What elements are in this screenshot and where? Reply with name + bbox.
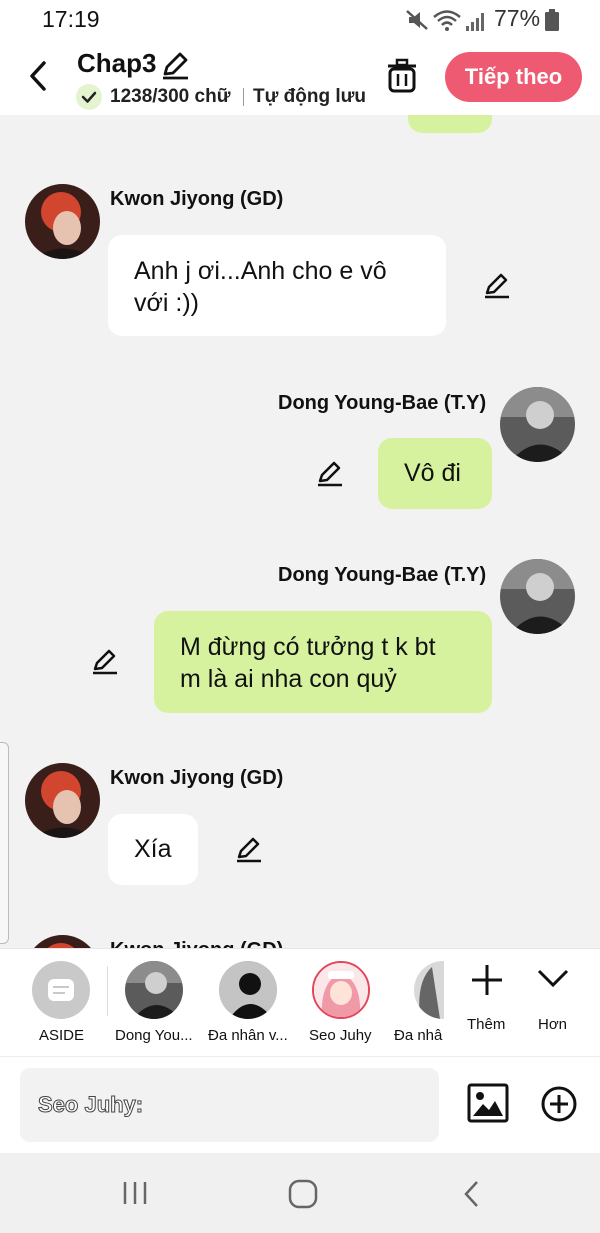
edit-title-icon[interactable]: [160, 50, 190, 80]
message-bubble[interactable]: Vô đi: [378, 438, 492, 509]
message-bubble-partial[interactable]: [408, 115, 492, 133]
trash-icon[interactable]: [386, 58, 418, 94]
avatar-kwon-jiyong: [25, 935, 100, 948]
avatar-kwon-jiyong: [25, 763, 100, 838]
aside-character[interactable]: [32, 961, 90, 1019]
character-label: Seo Juhy: [309, 1027, 372, 1044]
scroll-handle[interactable]: [0, 742, 9, 944]
divider: [243, 88, 244, 106]
battery-icon: [545, 9, 559, 31]
more-label[interactable]: Thêm: [467, 1016, 505, 1033]
message-text-line: với :)): [134, 289, 199, 317]
message-text-line: Vô đi: [404, 459, 461, 487]
next-button[interactable]: Tiếp theo: [445, 52, 582, 102]
character-partial[interactable]: Đa nhâ: [394, 960, 444, 1050]
message-text-line: M đừng có tưởng t k bt: [180, 633, 436, 661]
edit-message-icon[interactable]: [235, 835, 263, 863]
message-bubble[interactable]: Xía: [108, 814, 198, 885]
less-label[interactable]: Hơn: [538, 1016, 567, 1033]
chapter-title: Chap3: [77, 48, 157, 78]
chat-area[interactable]: Kwon Jiyong (GD) Anh j ơi...Anh cho e vô…: [0, 115, 600, 948]
chevron-down-icon[interactable]: [536, 966, 570, 990]
recent-apps-icon[interactable]: [120, 1180, 150, 1206]
plus-icon[interactable]: [470, 963, 504, 997]
system-back-icon[interactable]: [460, 1179, 482, 1209]
character-label: ASIDE: [39, 1027, 85, 1044]
edit-message-icon[interactable]: [316, 459, 344, 487]
character-dong-young-bae[interactable]: [125, 961, 183, 1019]
character-label: Đa nhâ: [394, 1027, 443, 1044]
avatar-kwon-jiyong: [25, 184, 100, 259]
home-icon[interactable]: [288, 1179, 318, 1209]
avatar-dong-young-bae: [500, 559, 575, 634]
saved-check-icon: [76, 84, 102, 110]
battery-percent: 77%: [494, 5, 541, 31]
back-icon[interactable]: [26, 60, 52, 92]
signal-icon: [466, 13, 484, 31]
message-bubble[interactable]: M đừng có tưởng t k bt m là ai nha con q…: [154, 611, 492, 713]
message-bubble[interactable]: Anh j ơi...Anh cho e vô với :)): [108, 235, 446, 336]
edit-message-icon[interactable]: [91, 647, 119, 675]
character-label: Đa nhân v...: [208, 1027, 288, 1044]
image-icon[interactable]: [467, 1083, 509, 1123]
sender-name: Kwon Jiyong (GD): [110, 939, 283, 948]
word-count: 1238/300 chữ: [110, 86, 231, 107]
message-input[interactable]: [20, 1068, 439, 1142]
sender-name: Kwon Jiyong (GD): [110, 767, 284, 789]
divider: [107, 966, 108, 1016]
message-text-line: Anh j ơi...Anh cho e vô: [134, 257, 387, 285]
character-multi-persona[interactable]: [219, 961, 277, 1019]
status-time: 17:19: [42, 6, 100, 32]
sender-name: Dong Young-Bae (T.Y): [278, 564, 487, 586]
avatar-dong-young-bae: [500, 387, 575, 462]
edit-message-icon[interactable]: [483, 271, 511, 299]
message-text-line: m là ai nha con quỷ: [180, 665, 397, 693]
add-circle-icon[interactable]: [540, 1085, 578, 1123]
autosave-status: Tự động lưu: [253, 86, 366, 107]
sender-name: Kwon Jiyong (GD): [110, 188, 284, 210]
message-text-line: Xía: [134, 835, 172, 863]
mute-icon: [406, 10, 428, 30]
sender-name: Dong Young-Bae (T.Y): [278, 392, 487, 414]
character-bar: [0, 948, 600, 1057]
character-label: Dong You...: [115, 1027, 193, 1044]
character-seo-juhy[interactable]: [312, 961, 370, 1019]
wifi-icon: [433, 10, 461, 31]
